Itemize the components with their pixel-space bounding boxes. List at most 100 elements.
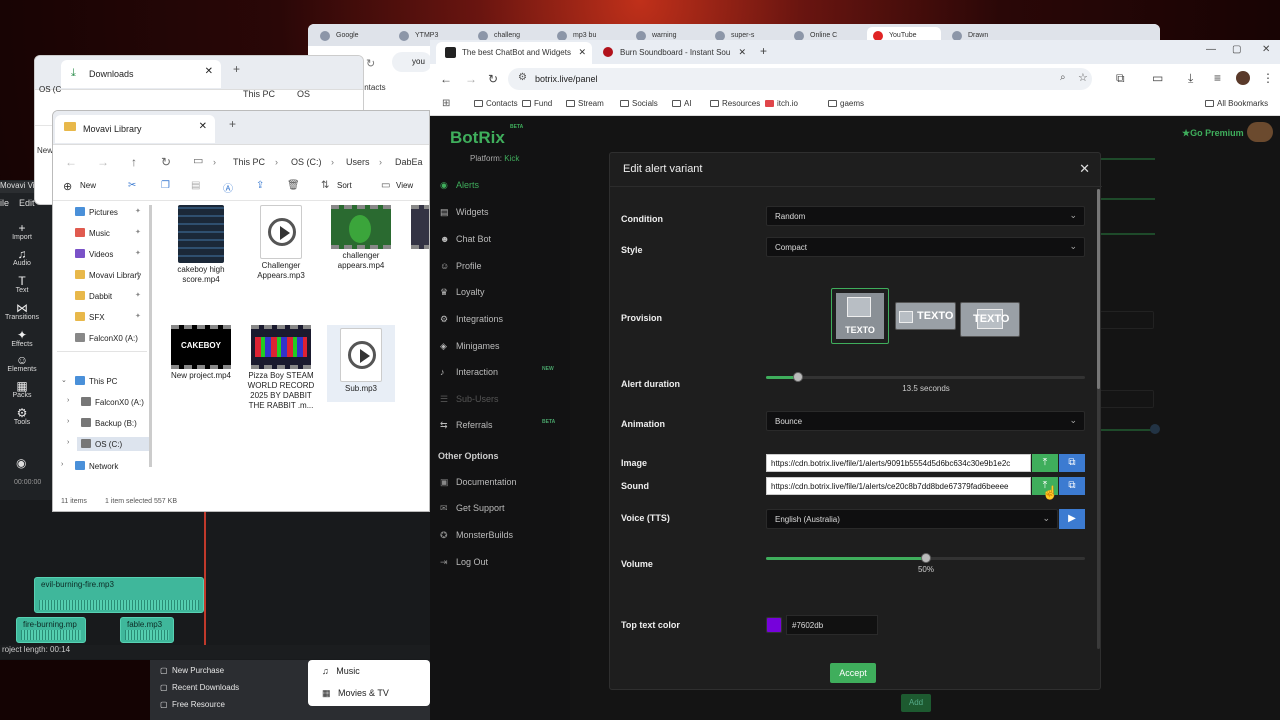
reload-icon[interactable]: ↻: [366, 57, 375, 70]
back-icon[interactable]: ←: [440, 72, 452, 86]
downloads-icon[interactable]: ⤓: [1188, 71, 1193, 86]
recent-item[interactable]: ▢ Recent Downloads: [160, 683, 239, 692]
bookmark-resources[interactable]: Resources: [710, 99, 760, 108]
forward-icon[interactable]: →: [97, 155, 109, 169]
timeline[interactable]: evil-burning-fire.mp3 fire-burning.mp fa…: [0, 500, 430, 660]
color-swatch[interactable]: [766, 617, 782, 633]
file-item[interactable]: Sub.mp3: [327, 325, 395, 402]
provision-option-side[interactable]: TEXTO: [895, 302, 956, 330]
volume-slider[interactable]: [766, 553, 1085, 563]
apps-icon[interactable]: ⊞: [442, 98, 450, 109]
animation-select[interactable]: Bounce ⌄: [766, 411, 1085, 431]
all-bookmarks[interactable]: All Bookmarks: [1205, 99, 1268, 108]
new-tab-icon[interactable]: +: [233, 62, 240, 76]
sidebar-item-integrations[interactable]: ⚙ Integrations: [440, 314, 503, 325]
image-url-input[interactable]: https://cdn.botrix.live/file/1/alerts/90…: [766, 454, 1031, 472]
background-tab[interactable]: Google: [314, 27, 390, 45]
zoom-icon[interactable]: ⌕: [1060, 72, 1066, 83]
modal-scrollbar[interactable]: [1097, 189, 1100, 649]
playhead[interactable]: [204, 510, 206, 645]
cut-icon[interactable]: ✂: [128, 180, 136, 191]
bookmark-itchio[interactable]: itch.io: [765, 99, 798, 108]
slider-knob[interactable]: [920, 553, 931, 563]
sort-button[interactable]: Sort: [337, 181, 352, 190]
sidebar-item-minigames[interactable]: ◈ Minigames: [440, 341, 500, 352]
tool-transitions[interactable]: ⋈ Transitions: [0, 302, 44, 321]
extensions-icon[interactable]: ⧉: [1116, 71, 1125, 86]
color-input[interactable]: #7602db: [786, 615, 878, 635]
close-tab-icon[interactable]: ✕: [738, 47, 746, 58]
breadcrumb-os[interactable]: OS (C:): [291, 157, 322, 167]
app-movies-tv[interactable]: ▦ Movies & TV: [322, 688, 389, 699]
site-info-icon[interactable]: ⚙: [518, 72, 527, 83]
tab-soundboard[interactable]: Burn Soundboard - Instant Sou ✕: [594, 42, 752, 64]
view-button[interactable]: View: [396, 181, 413, 190]
app-music[interactable]: ♫ Music: [322, 666, 360, 676]
bookmark-contacts[interactable]: Contacts: [474, 99, 518, 108]
bookmark-ai[interactable]: AI: [672, 99, 692, 108]
tool-effects[interactable]: ✦ Effects: [0, 329, 44, 348]
tree-item[interactable]: Pictures: [75, 207, 118, 217]
tree-item[interactable]: Music: [75, 228, 110, 238]
address-bar[interactable]: ⚙ botrix.live/panel ⌕ ☆: [508, 68, 1092, 90]
sidebar-item-interaction[interactable]: ♪ Interaction: [440, 367, 498, 377]
file-item[interactable]: D Ou: [407, 205, 429, 261]
sidepanel-icon[interactable]: ▭: [1152, 71, 1163, 85]
tool-import[interactable]: + Import: [0, 222, 44, 241]
sound-library-button[interactable]: ⧉: [1059, 477, 1085, 495]
new-tab-icon[interactable]: +: [760, 44, 767, 58]
tool-elements[interactable]: ☺ Elements: [0, 354, 44, 373]
minimize-icon[interactable]: —: [1206, 44, 1216, 55]
maximize-icon[interactable]: ▢: [1232, 44, 1241, 55]
reload-icon[interactable]: ↻: [488, 72, 498, 86]
sidebar-item-getsupport[interactable]: ✉ Get Support: [440, 503, 505, 514]
tree-item[interactable]: This PC: [75, 376, 117, 386]
go-premium[interactable]: ★Go Premium: [1182, 128, 1244, 139]
refresh-icon[interactable]: ↻: [161, 155, 171, 169]
file-item[interactable]: Pizza Boy STEAM WORLD RECORD 2025 BY DAB…: [247, 325, 315, 411]
user-avatar[interactable]: [1247, 122, 1273, 142]
rename-icon[interactable]: Ⓐ: [223, 180, 233, 195]
sidebar-item-alerts[interactable]: ◉ Alerts: [440, 180, 479, 191]
sidebar-item-profile[interactable]: ☺ Profile: [440, 261, 482, 271]
breadcrumb-thispc[interactable]: This PC: [233, 157, 265, 167]
chevron-down-icon[interactable]: ⌄: [61, 376, 67, 384]
new-tab-icon[interactable]: +: [229, 117, 236, 131]
close-tab-icon[interactable]: ✕: [205, 66, 213, 77]
file-item[interactable]: cakeboy high score.mp4: [167, 205, 235, 285]
clip-fire-burning[interactable]: fire-burning.mp: [16, 617, 86, 643]
close-icon[interactable]: ✕: [1079, 161, 1090, 177]
chevron-right-icon[interactable]: ›: [67, 418, 69, 425]
tree-item[interactable]: Backup (B:): [81, 418, 137, 428]
breadcrumb-user[interactable]: DabEa: [395, 157, 423, 167]
clip-evil-burning-fire[interactable]: evil-burning-fire.mp3: [34, 577, 204, 613]
tab-downloads[interactable]: ⤓ Downloads ✕: [61, 60, 221, 88]
copy-icon[interactable]: ❐: [161, 180, 170, 191]
tab-botrix[interactable]: The best ChatBot and Widgets ✕: [436, 42, 592, 64]
bookmark-fund[interactable]: Fund: [522, 99, 552, 108]
tool-packs[interactable]: ▦ Packs: [0, 380, 44, 399]
breadcrumb-thispc[interactable]: This PC: [243, 89, 275, 99]
breadcrumb-os[interactable]: OS: [297, 89, 310, 99]
menu-icon[interactable]: ⋮: [1262, 71, 1274, 85]
file-item[interactable]: CAKEBOY New project.mp4: [167, 325, 235, 381]
sidebar-item-chatbot[interactable]: ☻ Chat Bot: [440, 234, 491, 244]
tree-item[interactable]: OS (C:): [77, 437, 151, 451]
tree-item[interactable]: Videos: [75, 249, 113, 259]
recent-item[interactable]: ▢ New Purchase: [160, 666, 224, 675]
delete-icon[interactable]: 🗑: [287, 180, 300, 191]
upload-image-button[interactable]: ⤒: [1032, 454, 1058, 472]
chevron-right-icon[interactable]: ›: [67, 439, 69, 446]
background-address[interactable]: you: [392, 52, 432, 72]
chevron-right-icon[interactable]: ›: [61, 461, 63, 468]
tab-movavi-library[interactable]: Movavi Library ✕: [55, 115, 215, 143]
sidebar-item-monsterbuilds[interactable]: ✪ MonsterBuilds: [440, 530, 513, 541]
tree-item[interactable]: SFX: [75, 312, 105, 322]
menu-edit[interactable]: Edit: [19, 198, 35, 208]
tree-scrollbar[interactable]: [149, 205, 152, 467]
sidebar-item-referrals[interactable]: ⇆ Referrals: [440, 420, 493, 431]
new-button[interactable]: New: [80, 181, 96, 190]
close-window-icon[interactable]: ✕: [1262, 44, 1270, 55]
tree-item[interactable]: Dabbit: [75, 291, 112, 301]
close-tab-icon[interactable]: ✕: [199, 121, 207, 132]
